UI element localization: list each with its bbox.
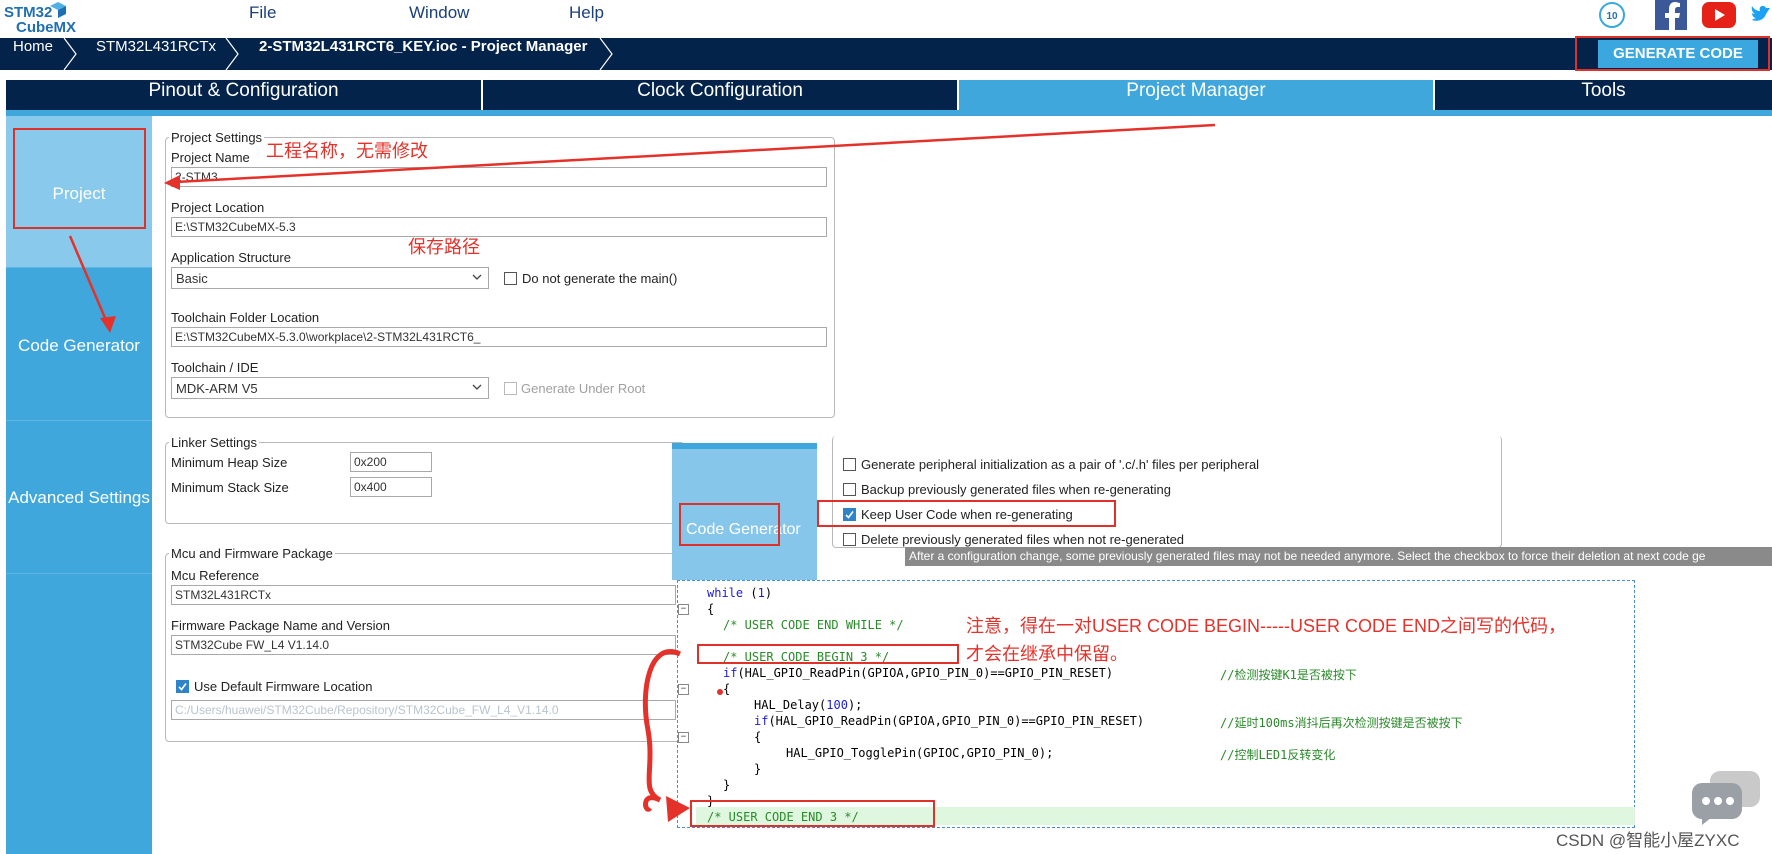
toolchain-folder-label: Toolchain Folder Location: [171, 310, 320, 325]
project-settings-legend: Project Settings: [171, 130, 263, 145]
stack-size-field[interactable]: 0x400: [350, 477, 432, 497]
chevron-right-icon: [599, 38, 613, 70]
sidebar-item-advanced-settings[interactable]: Advanced Settings: [6, 422, 152, 574]
mcu-reference-field[interactable]: STM32L431RCTx: [171, 585, 676, 605]
menu-bar: STM32 CubeMX File Window Help 10: [0, 0, 1772, 38]
breadcrumb: Home STM32L431RCTx 2-STM32L431RCT6_KEY.i…: [0, 38, 1772, 70]
code-line: {: [754, 730, 762, 744]
delete-files-label: Delete previously generated files when n…: [861, 532, 1185, 547]
tab-bar: Pinout & Configuration Clock Configurati…: [6, 80, 1772, 112]
toolchain-ide-label: Toolchain / IDE: [171, 360, 259, 375]
code-line: if(HAL_GPIO_ReadPin(GPIOA,GPIO_PIN_0)==G…: [723, 666, 1114, 680]
code-comment: //延时100ms消抖后再次检测按键是否被按下: [1220, 716, 1463, 730]
code-line: if(HAL_GPIO_ReadPin(GPIOA,GPIO_PIN_0)==G…: [754, 714, 1145, 728]
tab-clock[interactable]: Clock Configuration: [483, 80, 957, 110]
linker-settings-legend: Linker Settings: [171, 435, 257, 450]
project-location-field[interactable]: E:\STM32CubeMX-5.3: [171, 217, 827, 237]
sidebar-item-label: Code Generator: [18, 336, 140, 355]
code-comment: //控制LED1反转变化: [1220, 748, 1336, 762]
menu-help[interactable]: Help: [569, 3, 604, 23]
facebook-icon[interactable]: [1655, 0, 1687, 30]
twitter-icon[interactable]: [1750, 2, 1772, 26]
fold-marker-icon[interactable]: −: [678, 604, 689, 615]
breadcrumb-project[interactable]: 2-STM32L431RCT6_KEY.ioc - Project Manage…: [259, 38, 587, 70]
svg-text:10: 10: [1606, 11, 1618, 22]
delete-files-tooltip: After a configuration change, some previ…: [905, 547, 1772, 566]
breadcrumb-home[interactable]: Home: [13, 38, 53, 70]
backup-files-checkbox[interactable]: [843, 483, 856, 496]
mcu-reference-label: Mcu Reference: [171, 568, 260, 583]
logo-text-bottom: CubeMX: [16, 19, 76, 36]
breadcrumb-mcu[interactable]: STM32L431RCTx: [96, 38, 216, 70]
do-not-generate-main-label: Do not generate the main(): [522, 271, 678, 286]
toolchain-folder-field[interactable]: E:\STM32CubeMX-5.3.0\workplace\2-STM32L4…: [171, 327, 827, 347]
csdn-watermark: CSDN @智能小屋ZYXC: [1556, 831, 1740, 850]
code-line: }: [754, 762, 762, 776]
chevron-right-icon: [225, 38, 239, 70]
menu-window[interactable]: Window: [409, 3, 469, 23]
stm32cubemx-logo: STM32 CubeMX: [2, 2, 92, 36]
tab-pinout[interactable]: Pinout & Configuration: [6, 80, 481, 110]
use-default-location-label: Use Default Firmware Location: [194, 679, 373, 694]
anniversary-badge-icon[interactable]: 10: [1596, 1, 1628, 29]
annotation-code-note-1: 注意，得在一对USER CODE BEGIN-----USER CODE END…: [966, 616, 1567, 636]
backup-files-label: Backup previously generated files when r…: [861, 482, 1172, 497]
pair-files-checkbox[interactable]: [843, 458, 856, 471]
chevron-down-icon: [472, 274, 482, 280]
chevron-right-icon: [63, 38, 77, 70]
generate-under-root-checkbox[interactable]: [504, 382, 517, 395]
heap-size-label: Minimum Heap Size: [171, 455, 288, 470]
annotation-box-keep-user-code: [817, 500, 1116, 527]
application-structure-label: Application Structure: [171, 250, 291, 265]
menu-file[interactable]: File: [249, 3, 276, 23]
annotation-box-user-code-begin: [697, 644, 959, 664]
delete-files-checkbox[interactable]: [843, 533, 856, 546]
firmware-package-field[interactable]: STM32Cube FW_L4 V1.14.0: [171, 635, 676, 655]
annotation-box-generate: [1575, 36, 1770, 71]
code-line: {: [723, 682, 731, 696]
chevron-down-icon: [472, 384, 482, 390]
generate-under-root-label: Generate Under Root: [521, 381, 646, 396]
code-line: HAL_Delay(100);: [754, 698, 863, 712]
youtube-icon[interactable]: [1702, 2, 1736, 28]
code-line: {: [707, 602, 715, 616]
application-structure-value: Basic: [176, 271, 208, 286]
do-not-generate-main-checkbox[interactable]: [504, 272, 517, 285]
application-structure-select[interactable]: Basic: [171, 267, 489, 289]
project-name-label: Project Name: [171, 150, 250, 165]
mcu-firmware-legend: Mcu and Firmware Package: [171, 546, 333, 561]
code-comment: //检测按键K1是否被按下: [1220, 668, 1357, 682]
code-line: /* USER CODE END WHILE */: [723, 618, 904, 632]
check-icon: [178, 683, 187, 691]
annotation-save-path: 保存路径: [408, 237, 480, 257]
code-line: HAL_GPIO_TogglePin(GPIOC,GPIO_PIN_0);: [786, 746, 1054, 760]
chat-bubble-icon[interactable]: [1690, 769, 1762, 825]
code-line: }: [723, 778, 731, 792]
fold-marker-icon[interactable]: −: [678, 732, 689, 743]
pair-files-label: Generate peripheral initialization as a …: [861, 457, 1260, 472]
annotation-code-note-2: 才会在继承中保留。: [966, 644, 1128, 664]
use-default-location-checkbox[interactable]: [176, 680, 189, 693]
heap-size-field[interactable]: 0x200: [350, 452, 432, 472]
stack-size-label: Minimum Stack Size: [171, 480, 289, 495]
project-location-label: Project Location: [171, 200, 265, 215]
sidebar-item-code-generator[interactable]: Code Generator: [6, 269, 152, 421]
annotation-project-name: 工程名称，无需修改: [266, 141, 428, 161]
annotation-box-project: [13, 128, 146, 229]
tab-project-manager[interactable]: Project Manager: [959, 80, 1433, 110]
project-name-field[interactable]: 2-STM3: [171, 167, 827, 187]
firmware-package-label: Firmware Package Name and Version: [171, 618, 390, 633]
firmware-path-field[interactable]: C:/Users/huawei/STM32Cube/Repository/STM…: [171, 700, 676, 720]
fold-marker-icon[interactable]: −: [678, 684, 689, 695]
toolchain-ide-select[interactable]: MDK-ARM V5: [171, 377, 489, 399]
code-line: while (1): [707, 586, 773, 600]
sidebar-item-label: Advanced Settings: [8, 488, 150, 507]
annotation-box-code-generator: [679, 503, 780, 546]
annotation-box-user-code-end: [690, 800, 935, 827]
tab-tools[interactable]: Tools: [1435, 80, 1772, 110]
toolchain-ide-value: MDK-ARM V5: [176, 381, 258, 396]
